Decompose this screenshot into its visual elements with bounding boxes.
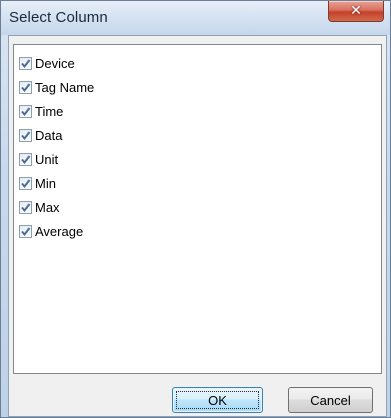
list-item-label: Time — [35, 103, 64, 119]
checkbox-device[interactable] — [19, 56, 32, 70]
checkbox-max[interactable] — [19, 200, 32, 214]
list-item-unit[interactable]: Unit — [19, 150, 58, 168]
checkbox-tag-name[interactable] — [19, 80, 32, 94]
cancel-button[interactable]: Cancel — [288, 387, 373, 413]
list-item-average[interactable]: Average — [19, 222, 83, 240]
checkmark-icon — [21, 106, 31, 116]
list-item-label: Min — [35, 175, 56, 191]
checkmark-icon — [21, 58, 31, 68]
list-item-label: Data — [35, 127, 63, 143]
list-item-time[interactable]: Time — [19, 102, 63, 120]
list-item-tag-name[interactable]: Tag Name — [19, 78, 94, 96]
dialog-body: Device Tag Name Time Data Unit Min Max A… — [8, 35, 387, 417]
checkbox-average[interactable] — [19, 224, 32, 238]
list-item-label: Max — [35, 199, 60, 215]
list-item-max[interactable]: Max — [19, 198, 60, 216]
list-item-data[interactable]: Data — [19, 126, 62, 144]
checkbox-unit[interactable] — [19, 152, 32, 166]
ok-button[interactable]: OK — [172, 387, 263, 413]
checkmark-icon — [21, 202, 31, 212]
checkbox-data[interactable] — [19, 128, 32, 142]
list-item-label: Unit — [35, 151, 59, 167]
list-item-min[interactable]: Min — [19, 174, 56, 192]
checkbox-time[interactable] — [19, 104, 32, 118]
column-checklist[interactable]: Device Tag Name Time Data Unit Min Max A… — [13, 44, 382, 374]
checkmark-icon — [21, 82, 31, 92]
dialog-title: Select Column — [9, 9, 108, 26]
close-button[interactable]: ✕ — [328, 1, 384, 22]
checkmark-icon — [21, 178, 31, 188]
checkbox-min[interactable] — [19, 176, 32, 190]
list-item-label: Device — [35, 55, 75, 71]
checkmark-icon — [21, 226, 31, 236]
cancel-button-label: Cancel — [310, 392, 351, 408]
close-icon: ✕ — [350, 3, 362, 19]
title-bar[interactable]: Select Column ✕ — [1, 1, 390, 35]
checkmark-icon — [21, 130, 31, 140]
select-column-dialog: Select Column ✕ Device Tag Name Time Dat… — [0, 0, 391, 418]
list-item-device[interactable]: Device — [19, 54, 75, 72]
list-item-label: Tag Name — [35, 79, 95, 95]
focus-ring — [176, 391, 259, 409]
list-item-label: Average — [35, 223, 84, 239]
checkmark-icon — [21, 154, 31, 164]
